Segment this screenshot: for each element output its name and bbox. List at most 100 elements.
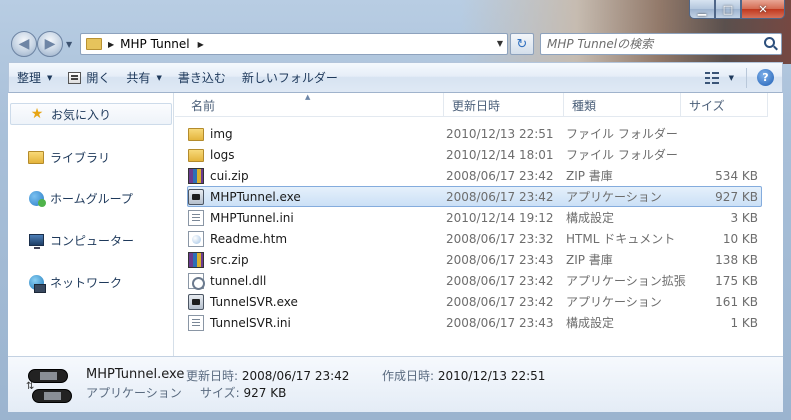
refresh-button[interactable]: ↻ bbox=[510, 33, 534, 55]
search-icon[interactable] bbox=[764, 37, 775, 48]
address-history-dropdown[interactable]: ▼ bbox=[497, 39, 503, 48]
column-header-date[interactable]: 更新日時 bbox=[444, 93, 564, 117]
nav-item-computer[interactable]: コンピューター bbox=[10, 229, 172, 251]
share-label: 共有 bbox=[126, 71, 151, 85]
column-label: 更新日時 bbox=[452, 98, 501, 113]
file-rows: img 2010/12/13 22:51 ファイル フォルダー logs 2010/12… bbox=[175, 123, 768, 333]
file-row[interactable]: tunnel.dll 2008/06/17 23:42 アプリケーション拡張 175 … bbox=[187, 270, 762, 291]
created-label: 作成日時: bbox=[382, 369, 435, 383]
ini-file-icon bbox=[188, 314, 204, 331]
share-button[interactable]: 共有 ▼ bbox=[118, 66, 169, 90]
file-name-cell: TunnelSVR.ini bbox=[188, 314, 446, 331]
explorer-window: ▁ □ ✕ ◀ ▶ ▼ ▶ MHP Tunnel ▶ ▼ ↻ 整理 ▼ 開く 共有… bbox=[0, 0, 791, 420]
nav-item-label: ネットワーク bbox=[50, 275, 123, 290]
file-row[interactable]: src.zip 2008/06/17 23:43 ZIP 書庫 138 KB bbox=[187, 249, 762, 270]
file-type: HTML ドキュメント bbox=[566, 232, 676, 246]
file-name: img bbox=[210, 126, 233, 141]
htm-file-icon bbox=[188, 230, 204, 247]
created-info: 作成日時: 2010/12/13 22:51 bbox=[382, 367, 545, 384]
search-box[interactable] bbox=[540, 33, 782, 55]
nav-item-homegroup[interactable]: ホームグループ bbox=[10, 187, 172, 209]
file-date: 2010/12/13 22:51 bbox=[446, 126, 554, 141]
file-name-cell: MHPTunnel.exe bbox=[188, 188, 446, 205]
maximize-button[interactable]: □ bbox=[715, 0, 741, 19]
command-bar: 整理 ▼ 開く 共有 ▼ 書き込む 新しいフォルダー ▼ ? bbox=[8, 62, 783, 93]
recent-pages-dropdown[interactable]: ▼ bbox=[66, 40, 72, 49]
app-icon: ⇅ bbox=[26, 367, 72, 405]
file-name: TunnelSVR.ini bbox=[210, 315, 291, 330]
address-bar[interactable]: ▶ MHP Tunnel ▶ ▼ bbox=[80, 33, 508, 55]
file-size: 175 KB bbox=[715, 273, 758, 288]
view-options-icon[interactable] bbox=[704, 71, 719, 84]
column-label: 名前 bbox=[191, 98, 216, 113]
size-value: 927 KB bbox=[243, 386, 287, 400]
nav-item-favorites[interactable]: ★ お気に入り bbox=[10, 103, 172, 125]
column-header-name[interactable]: ▲ 名前 bbox=[175, 93, 444, 117]
column-header-size[interactable]: サイズ bbox=[681, 93, 768, 117]
file-date: 2008/06/17 23:42 bbox=[446, 168, 554, 183]
size-label: サイズ: bbox=[200, 386, 240, 400]
file-name: Readme.htm bbox=[210, 231, 288, 246]
library-icon bbox=[28, 150, 44, 164]
exe-file-icon bbox=[188, 293, 204, 310]
file-name-cell: src.zip bbox=[188, 251, 446, 268]
nav-item-libraries[interactable]: ライブラリ bbox=[10, 146, 172, 168]
chevron-down-icon: ▼ bbox=[156, 73, 162, 82]
file-row[interactable]: logs 2010/12/14 18:01 ファイル フォルダー bbox=[187, 144, 762, 165]
toolbar-right-group: ▼ ? bbox=[704, 67, 782, 88]
new-folder-button[interactable]: 新しいフォルダー bbox=[234, 66, 346, 90]
back-button[interactable]: ◀ bbox=[11, 31, 37, 57]
organize-label: 整理 bbox=[17, 71, 42, 85]
handheld-console-icon bbox=[32, 389, 72, 403]
open-label: 開く bbox=[86, 71, 111, 85]
computer-icon bbox=[28, 234, 44, 249]
file-type: アプリケーション bbox=[566, 295, 662, 309]
dll-file-icon bbox=[188, 272, 205, 290]
column-label: 種類 bbox=[572, 98, 597, 113]
forward-button[interactable]: ▶ bbox=[37, 31, 63, 57]
burn-label: 書き込む bbox=[177, 71, 226, 85]
breadcrumb-arrow-icon[interactable]: ▶ bbox=[198, 40, 204, 49]
file-row[interactable]: TunnelSVR.exe 2008/06/17 23:42 アプリケーション 161… bbox=[187, 291, 762, 312]
minimize-button[interactable]: ▁ bbox=[689, 0, 715, 19]
nav-item-label: コンピューター bbox=[50, 233, 135, 248]
file-name: cui.zip bbox=[210, 168, 249, 183]
swap-arrows-icon: ⇅ bbox=[26, 381, 35, 392]
file-date: 2010/12/14 18:01 bbox=[446, 147, 554, 162]
new-folder-label: 新しいフォルダー bbox=[241, 71, 338, 85]
file-row[interactable]: img 2010/12/13 22:51 ファイル フォルダー bbox=[187, 123, 762, 144]
file-row[interactable]: cui.zip 2008/06/17 23:42 ZIP 書庫 534 KB bbox=[187, 165, 762, 186]
open-button[interactable]: 開く bbox=[60, 66, 118, 90]
file-name: MHPTunnel.ini bbox=[210, 210, 294, 225]
file-size: 534 KB bbox=[715, 168, 758, 183]
file-date: 2008/06/17 23:42 bbox=[446, 189, 554, 204]
close-icon: ✕ bbox=[758, 2, 768, 16]
nav-item-network[interactable]: ネットワーク bbox=[10, 271, 172, 293]
file-name-cell: logs bbox=[188, 148, 446, 162]
file-row[interactable]: MHPTunnel.exe 2008/06/17 23:42 アプリケーション 927… bbox=[187, 186, 762, 207]
folder-file-icon bbox=[188, 127, 204, 141]
homegroup-icon bbox=[28, 190, 46, 207]
file-date: 2008/06/17 23:42 bbox=[446, 294, 554, 309]
folder-icon bbox=[86, 38, 102, 50]
file-date: 2010/12/14 19:12 bbox=[446, 210, 554, 225]
file-row[interactable]: Readme.htm 2008/06/17 23:32 HTML ドキュメント 10 … bbox=[187, 228, 762, 249]
breadcrumb-mhp-tunnel[interactable]: MHP Tunnel bbox=[120, 37, 189, 51]
column-header-type[interactable]: 種類 bbox=[564, 93, 681, 117]
file-type: ZIP 書庫 bbox=[566, 169, 613, 183]
organize-button[interactable]: 整理 ▼ bbox=[9, 66, 60, 90]
view-options-dropdown[interactable]: ▼ bbox=[729, 74, 734, 82]
search-input[interactable] bbox=[541, 34, 751, 54]
burn-button[interactable]: 書き込む bbox=[170, 66, 234, 90]
file-row[interactable]: TunnelSVR.ini 2008/06/17 23:43 構成設定 1 KB bbox=[187, 312, 762, 333]
exe-file-icon bbox=[188, 188, 204, 205]
file-list: ▲ 名前 更新日時 種類 サイズ img 2010/12/13 22:51 ファイル… bbox=[175, 93, 783, 356]
chevron-down-icon: ▼ bbox=[47, 73, 53, 82]
file-type: ZIP 書庫 bbox=[566, 253, 613, 267]
created-value: 2010/12/13 22:51 bbox=[437, 369, 546, 383]
file-size: 10 KB bbox=[722, 231, 758, 246]
file-row[interactable]: MHPTunnel.ini 2010/12/14 19:12 構成設定 3 KB bbox=[187, 207, 762, 228]
breadcrumb-arrow-icon[interactable]: ▶ bbox=[108, 40, 114, 49]
close-button[interactable]: ✕ bbox=[741, 0, 785, 19]
help-icon[interactable]: ? bbox=[757, 69, 774, 86]
